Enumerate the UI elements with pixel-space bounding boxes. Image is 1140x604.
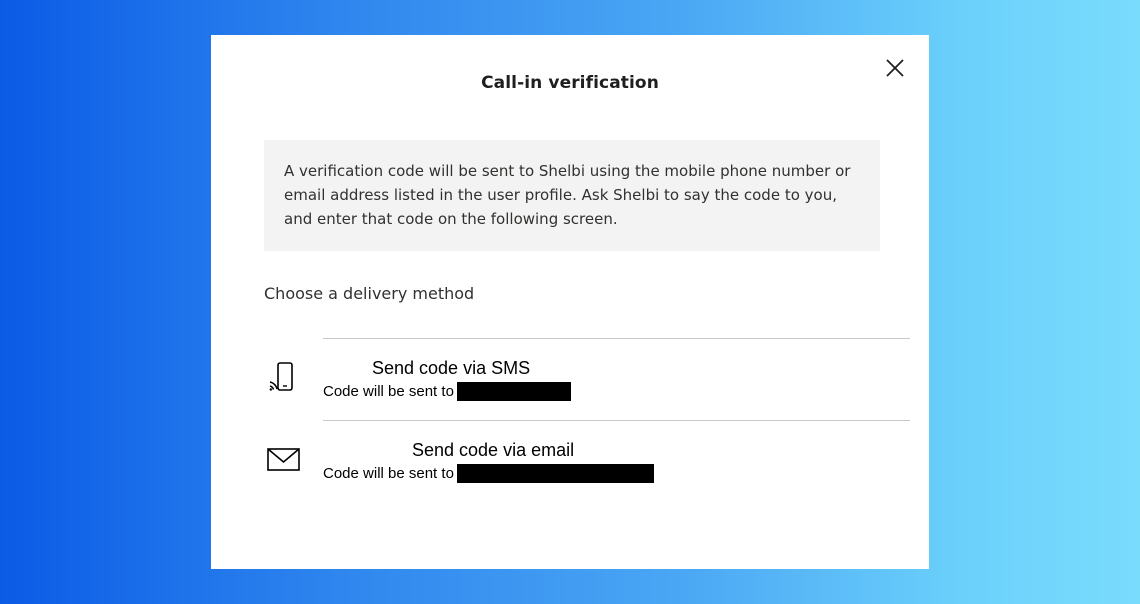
send-email-subtitle: Code will be sent to xyxy=(323,464,654,483)
delivery-method-label: Choose a delivery method xyxy=(264,284,475,303)
sms-recipient-label: Code will be sent to xyxy=(323,382,454,400)
close-button[interactable] xyxy=(881,54,909,82)
mail-icon xyxy=(267,448,300,471)
redacted-phone-number xyxy=(456,382,571,401)
dialog-title: Call-in verification xyxy=(481,73,659,93)
send-sms-subtitle: Code will be sent to xyxy=(323,382,571,401)
email-recipient-label: Code will be sent to xyxy=(323,464,454,482)
info-message: A verification code will be sent to Shel… xyxy=(264,140,880,251)
call-in-verification-dialog: Call-in verification A verification code… xyxy=(211,35,929,569)
redacted-email-address xyxy=(456,464,654,483)
send-email-title: Send code via email xyxy=(412,440,575,460)
send-sms-title: Send code via SMS xyxy=(372,358,531,378)
send-sms-option[interactable]: Send code via SMS Code will be sent to xyxy=(264,339,910,419)
close-icon xyxy=(886,59,904,77)
mobile-phone-icon xyxy=(269,362,293,391)
send-email-option[interactable]: Send code via email Code will be sent to xyxy=(264,421,910,501)
